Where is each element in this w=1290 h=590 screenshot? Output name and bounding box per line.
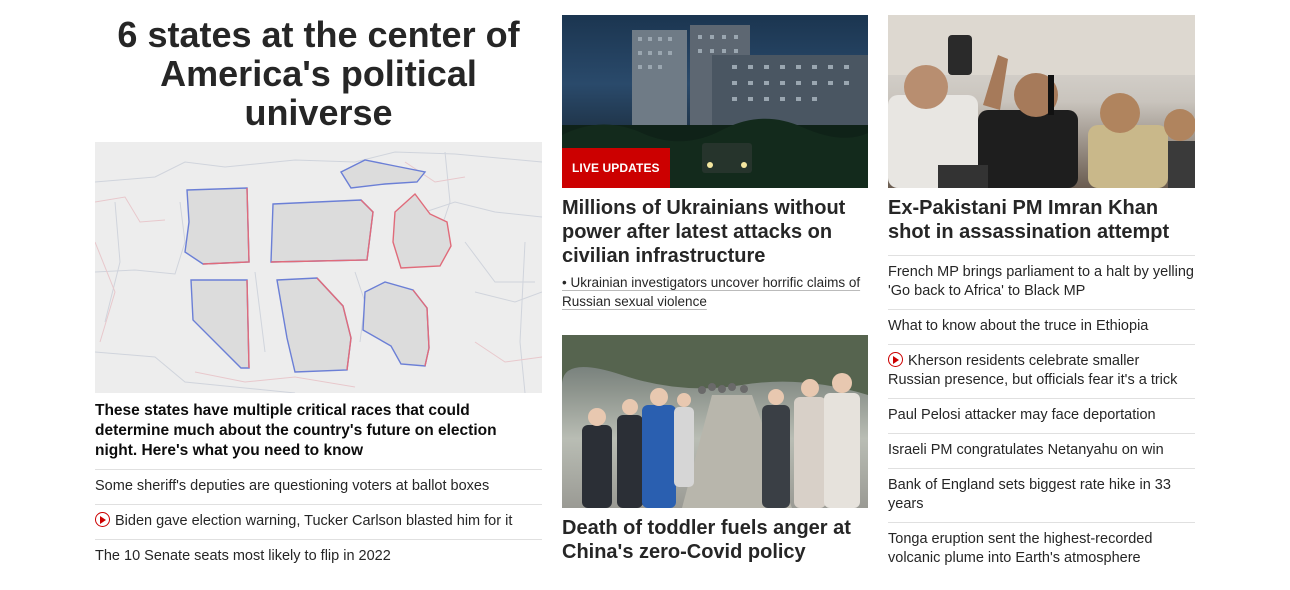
ukraine-photo[interactable]: LIVE UPDATES [562,15,868,188]
left-link-list: Some sheriff's deputies are questioning … [95,469,542,574]
list-item[interactable]: French MP brings parliament to a halt by… [888,255,1195,309]
ukraine-sub-link[interactable]: • Ukrainian investigators uncover horrif… [562,273,868,311]
middle-column: LIVE UPDATES Millions of Ukrainians with… [562,15,868,564]
list-item[interactable]: Bank of England sets biggest rate hike i… [888,468,1195,522]
list-item-text: Bank of England sets biggest rate hike i… [888,477,1171,512]
list-item[interactable]: Some sheriff's deputies are questioning … [95,469,542,504]
states-map-graphic [95,142,542,393]
list-item-text: What to know about the truce in Ethiopia [888,318,1149,334]
list-item[interactable]: Biden gave election warning, Tucker Carl… [95,504,542,539]
list-item-text: Biden gave election warning, Tucker Carl… [115,513,513,529]
list-item-text: Some sheriff's deputies are questioning … [95,478,490,494]
live-updates-badge: LIVE UPDATES [562,148,670,188]
china-photo[interactable] [562,335,868,508]
list-item-text: Israeli PM congratulates Netanyahu on wi… [888,442,1164,458]
list-item[interactable]: Kherson residents celebrate smaller Russ… [888,344,1195,398]
list-item[interactable]: Tonga eruption sent the highest-recorded… [888,522,1195,576]
list-item-text: The 10 Senate seats most likely to flip … [95,548,391,564]
list-item[interactable]: The 10 Senate seats most likely to flip … [95,539,542,574]
lead-description[interactable]: These states have multiple critical race… [95,401,542,469]
list-item[interactable]: Paul Pelosi attacker may face deportatio… [888,398,1195,433]
pakistan-photo[interactable] [888,15,1195,188]
list-item-text: French MP brings parliament to a halt by… [888,264,1194,299]
pakistan-photo-graphic [888,15,1195,188]
right-column: Ex-Pakistani PM Imran Khan shot in assas… [888,15,1195,576]
pakistan-headline[interactable]: Ex-Pakistani PM Imran Khan shot in assas… [888,196,1195,244]
list-item[interactable]: What to know about the truce in Ethiopia [888,309,1195,344]
play-circle-icon [888,352,903,367]
china-headline[interactable]: Death of toddler fuels anger at China's … [562,516,868,564]
states-map-image[interactable] [95,142,542,393]
list-item-text: Paul Pelosi attacker may face deportatio… [888,407,1156,423]
right-link-list: French MP brings parliament to a halt by… [888,255,1195,576]
lead-headline[interactable]: 6 states at the center of America's poli… [95,15,542,132]
china-photo-graphic [562,335,868,508]
list-item[interactable]: Israeli PM congratulates Netanyahu on wi… [888,433,1195,468]
play-circle-icon [95,512,110,527]
list-item-text: Kherson residents celebrate smaller Russ… [888,353,1178,388]
list-item-text: Tonga eruption sent the highest-recorded… [888,531,1153,566]
left-column: 6 states at the center of America's poli… [95,15,542,574]
ukraine-headline[interactable]: Millions of Ukrainians without power aft… [562,196,868,268]
